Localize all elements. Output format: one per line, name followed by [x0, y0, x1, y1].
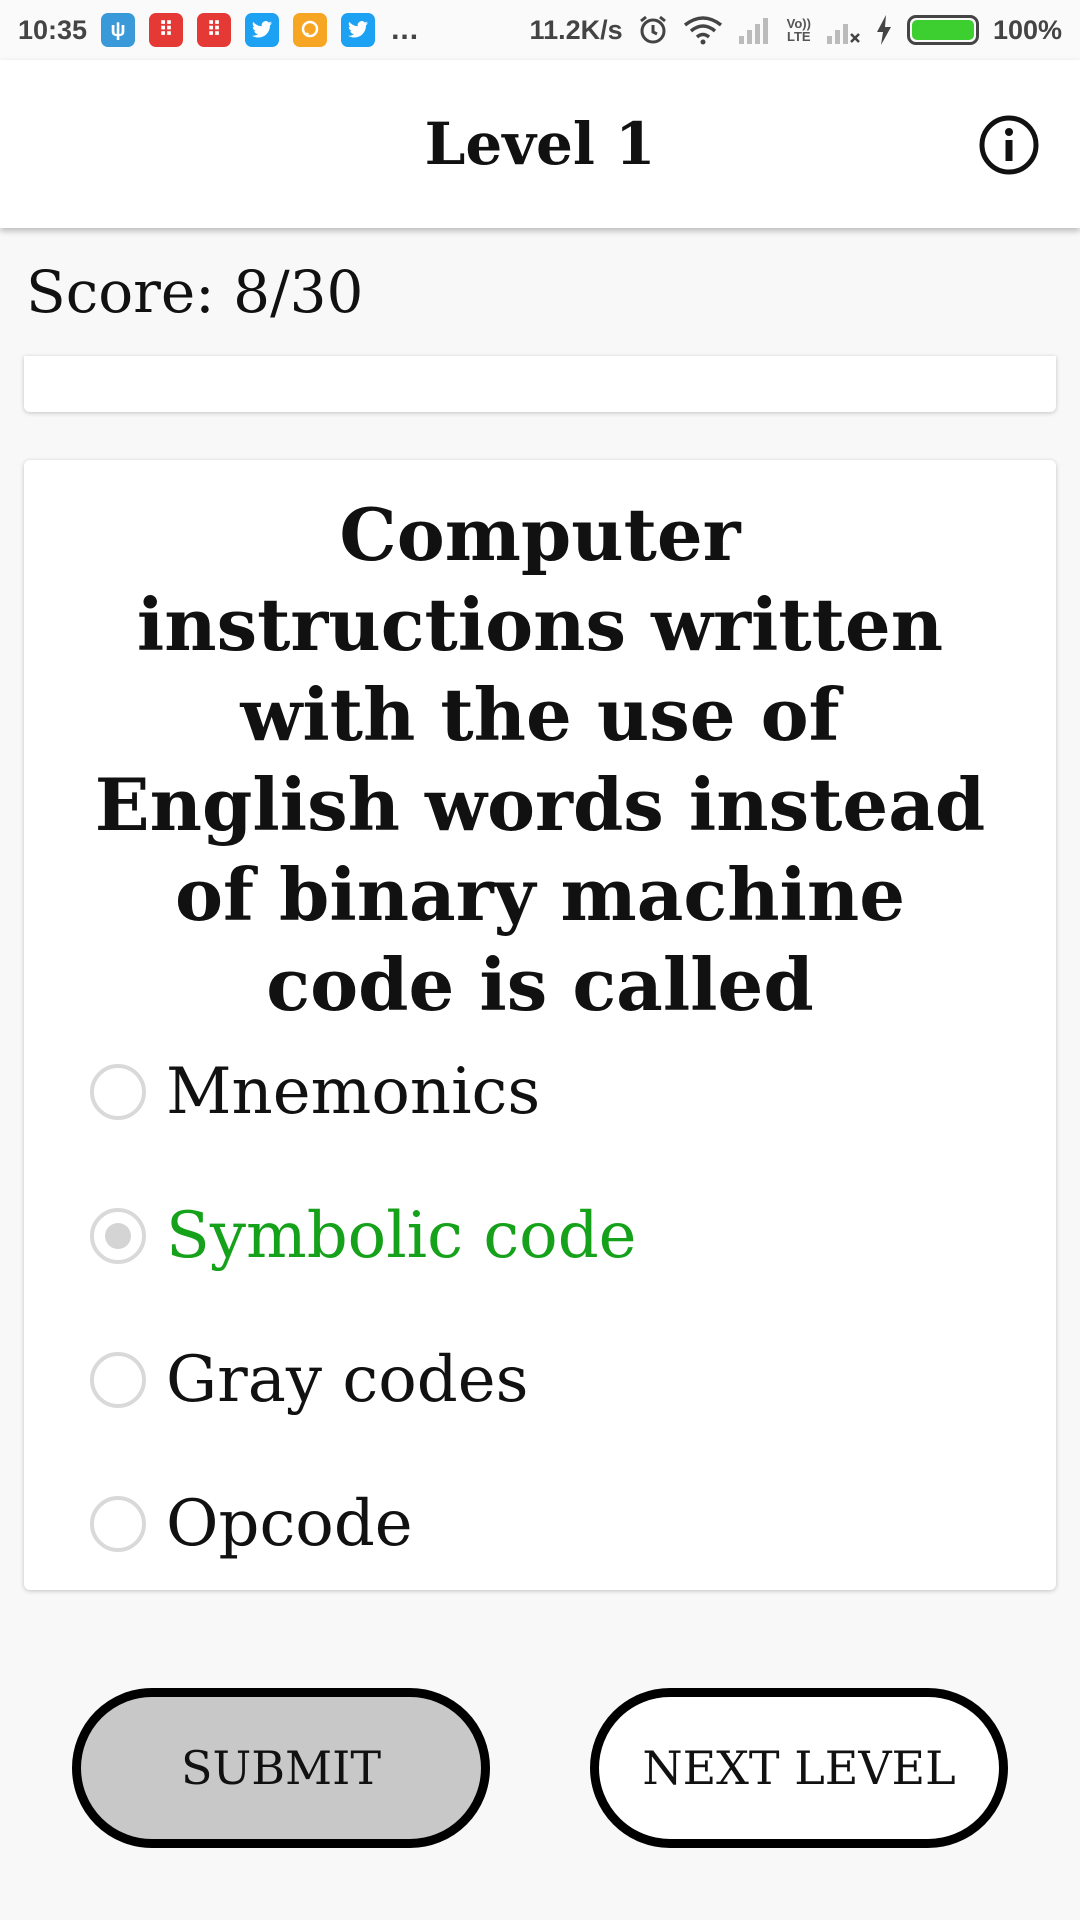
submit-button[interactable]: SUBMIT: [72, 1688, 490, 1848]
question-text: Computer instructions written with the u…: [94, 492, 986, 1027]
alarm-icon: [637, 14, 669, 46]
usb-icon: ψ: [101, 13, 136, 47]
calculator-app-icon: ⠿: [149, 13, 184, 47]
status-time: 10:35: [18, 14, 88, 45]
signal-icon-sim2: [825, 16, 861, 44]
battery-percent: 100%: [992, 14, 1062, 45]
question-card: Computer instructions written with the u…: [24, 460, 1056, 1590]
chat-app-icon: [293, 13, 328, 47]
option-label: Opcode: [166, 1487, 413, 1561]
info-button[interactable]: [978, 114, 1040, 176]
status-bar: 10:35 ψ ⠿ ⠿ ... 11.2K/s Vo)) LTE 100%: [0, 0, 1080, 60]
network-speed: 11.2K/s: [529, 14, 623, 45]
answer-options: Mnemonics Symbolic code Gray codes Opcod…: [90, 1020, 970, 1596]
option-symbolic-code[interactable]: Symbolic code: [90, 1164, 970, 1308]
radio-button[interactable]: [90, 1064, 146, 1120]
option-opcode[interactable]: Opcode: [90, 1452, 970, 1596]
signal-icon-sim1: [737, 16, 773, 44]
calculator-app-icon-2: ⠿: [197, 13, 232, 47]
more-notifications-indicator: ...: [391, 13, 420, 46]
option-mnemonics[interactable]: Mnemonics: [90, 1020, 970, 1164]
radio-button-selected[interactable]: [90, 1208, 146, 1264]
app-bar: Level 1: [0, 60, 1080, 228]
next-level-button[interactable]: NEXT LEVEL: [590, 1688, 1008, 1848]
charging-icon: [875, 15, 893, 45]
radio-button[interactable]: [90, 1496, 146, 1552]
info-icon: [979, 115, 1039, 175]
wifi-icon: [683, 15, 723, 45]
option-label: Mnemonics: [166, 1055, 541, 1129]
page-title: Level 1: [424, 110, 656, 178]
battery-icon: [906, 15, 979, 45]
score-label: Score: 8/30: [26, 258, 364, 326]
option-gray-codes[interactable]: Gray codes: [90, 1308, 970, 1452]
volte-indicator: Vo)) LTE: [786, 16, 811, 44]
radio-button[interactable]: [90, 1352, 146, 1408]
option-label: Gray codes: [166, 1343, 529, 1417]
twitter-icon: [245, 13, 280, 47]
option-label-correct: Symbolic code: [166, 1199, 637, 1273]
previous-question-card: [24, 356, 1056, 412]
twitter-icon-2: [341, 13, 376, 47]
